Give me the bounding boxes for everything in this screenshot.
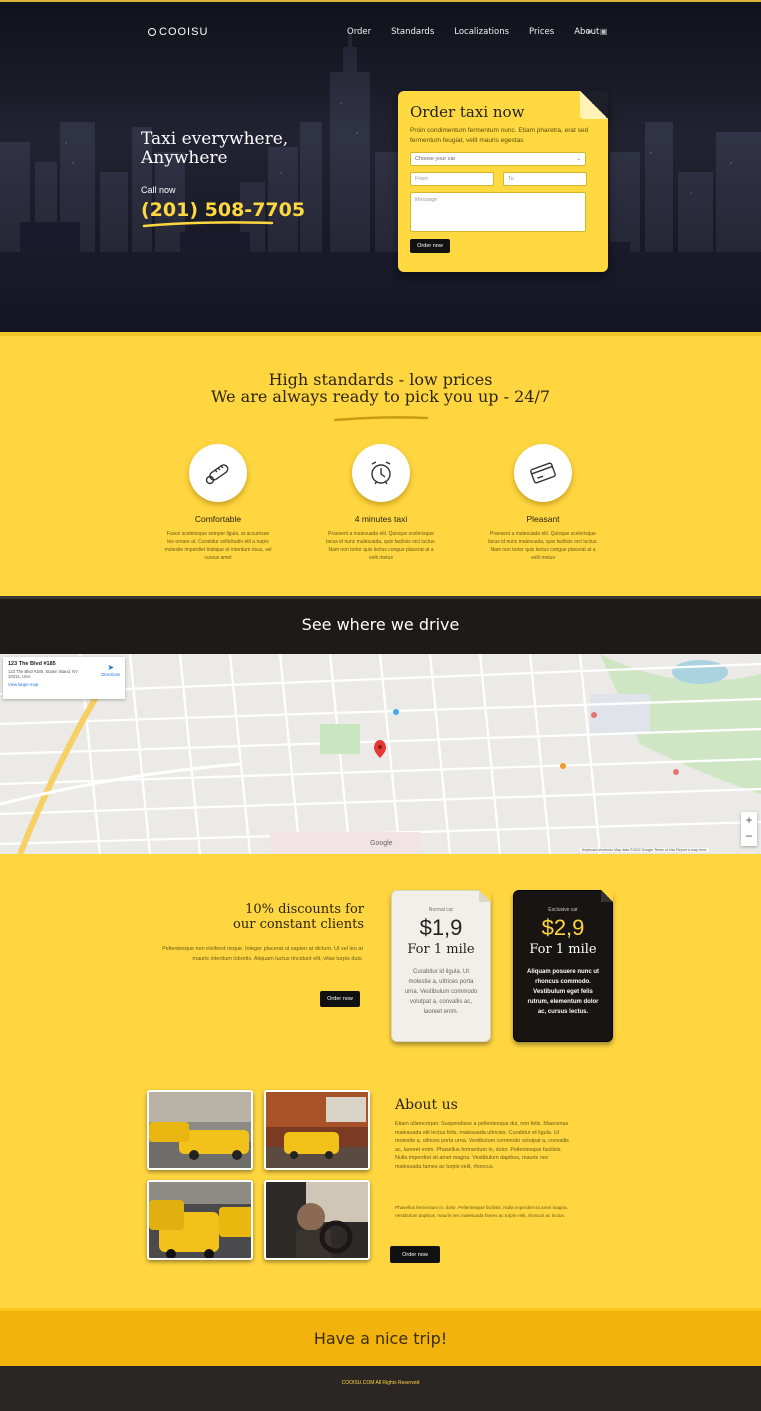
nav-item-localizations[interactable]: Localizations — [454, 27, 509, 37]
map-attribution[interactable]: Keyboard shortcuts Map data ©2022 Google… — [580, 848, 709, 852]
feature-comfortable: Comfortable Fusce scelerisque semper lig… — [163, 444, 273, 562]
thermometer-icon — [189, 444, 247, 502]
feature-4-minutes: 4 minutes taxi Praesent a malesuada elit… — [326, 444, 436, 562]
order-now-button[interactable]: Order now — [410, 239, 450, 253]
feature-text: Praesent a malesuada elit. Quisque scele… — [488, 531, 598, 561]
footer: COOISU.COM All Rights Reserved — [0, 1366, 761, 1411]
zoom-out-button[interactable]: − — [741, 828, 757, 844]
closing-title: Have a nice trip! — [313, 1329, 448, 1348]
price-value: $1,9 — [419, 915, 463, 940]
about-title: About us — [395, 1097, 458, 1113]
to-input[interactable]: To — [503, 172, 587, 186]
price-value: $2,9 — [541, 915, 585, 940]
phone-underline-decoration — [142, 221, 274, 228]
order-form-title: Order taxi now — [410, 103, 525, 121]
price-text: Curabitur id ligula. Ut molestie a, ultr… — [404, 969, 478, 1015]
chevron-down-icon: ⌄ — [576, 156, 581, 162]
taxi-photo-4 — [264, 1180, 370, 1260]
discounts-title-line1: 10% discounts for — [245, 902, 364, 917]
drive-title: See where we drive — [301, 615, 460, 634]
nav-item-order[interactable]: Order — [347, 27, 371, 37]
feature-pleasant: Pleasant Praesent a malesuada elit. Quis… — [488, 444, 598, 562]
user-icon[interactable]: ● — [587, 27, 592, 36]
nav-item-standards[interactable]: Standards — [391, 27, 434, 37]
discounts-text: Pellentesque non eleifend risque. Intege… — [162, 946, 363, 962]
price-card-normal: Normal car $1,9 For 1 mile Curabitur id … — [391, 890, 491, 1042]
feature-title: Comfortable — [194, 514, 242, 524]
map-card-address: 123 The Blvd #185, Staten Island, NY 103… — [8, 669, 78, 679]
price-label: Exclusive car — [548, 907, 578, 913]
taxi-photo-1 — [147, 1090, 253, 1170]
price-unit: For 1 mile — [529, 942, 597, 957]
discounts-title-line2: our constant clients — [233, 917, 364, 932]
call-label: Call now — [141, 185, 176, 195]
credit-card-icon — [514, 444, 572, 502]
closing-banner: Have a nice trip! — [0, 1308, 761, 1366]
standards-title-line2: We are always ready to pick you up - 24/… — [210, 387, 551, 406]
car-select-value: Choose your car — [415, 156, 456, 162]
message-textarea[interactable]: Message — [410, 192, 586, 232]
map-location-card: 123 The Blvd #185 123 The Blvd #185, Sta… — [3, 657, 125, 699]
drive-section: See where we drive — [0, 596, 761, 654]
price-card-exclusive: Exclusive car $2,9 For 1 mile Aliquam po… — [513, 890, 613, 1042]
hero-title-line1: Taxi everywhere, — [141, 129, 289, 149]
price-text: Aliquam posuere nunc ut rhoncus commodo.… — [526, 969, 599, 1015]
standards-section: High standards - low prices We are alway… — [0, 332, 761, 596]
map-zoom-control: + − — [741, 812, 757, 846]
hero-title: Taxi everywhere, Anywhere — [141, 130, 288, 168]
from-input[interactable]: From — [410, 172, 494, 186]
header-icons: ● ▣ — [587, 27, 607, 36]
phone-number[interactable]: (201) 508-7705 — [141, 199, 305, 221]
feature-title: 4 minutes taxi — [354, 514, 408, 524]
hero-title-line2: Anywhere — [141, 148, 228, 168]
feature-text: Fusce scelerisque semper ligula, at accu… — [164, 531, 272, 561]
logo-text: COOISU — [159, 26, 209, 38]
about-text: Etiam ullamcorper. Suspendisse a pellent… — [395, 1121, 569, 1170]
discounts-title: 10% discounts for our constant clients — [205, 902, 364, 932]
price-unit: For 1 mile — [407, 942, 475, 957]
feature-text: Praesent a malesuada elit. Quisque scele… — [326, 531, 436, 561]
footer-copyright: COOISU.COM All Rights Reserved — [341, 1380, 420, 1386]
hero-section: COOISU Order Standards Localizations Pri… — [0, 0, 761, 332]
directions-icon: ➤ — [107, 663, 115, 672]
corner-fold — [580, 91, 608, 119]
corner-fold — [479, 890, 491, 902]
logo-icon — [148, 28, 156, 36]
order-form-card: Order taxi now Proin condimentum ferment… — [398, 91, 608, 272]
standards-title-line1: High standards - low prices — [268, 370, 493, 389]
discounts-order-button[interactable]: Order now — [320, 991, 360, 1007]
car-select[interactable]: Choose your car ⌄ — [410, 152, 586, 166]
view-larger-map-link[interactable]: View larger map — [8, 682, 120, 687]
price-label: Normal car — [428, 907, 454, 913]
taxi-photo-2 — [264, 1090, 370, 1170]
about-text-secondary: Phasellus fermentum in, dolor. Pellentes… — [395, 1205, 568, 1218]
feature-title: Pleasant — [526, 514, 560, 524]
cart-icon[interactable]: ▣ — [600, 27, 608, 36]
corner-fold — [601, 890, 613, 902]
hero-overlay — [0, 2, 761, 332]
google-logo: Google — [370, 840, 393, 847]
title-underline-decoration — [333, 416, 429, 422]
order-form-text: Proin condimentum fermentum nunc. Etiam … — [410, 127, 589, 144]
map-embed[interactable]: 123 The Blvd #185 123 The Blvd #185, Sta… — [0, 654, 761, 854]
zoom-in-button[interactable]: + — [741, 812, 757, 828]
taxi-photo-3 — [147, 1180, 253, 1260]
about-order-button[interactable]: Order now — [390, 1246, 440, 1263]
site-logo[interactable]: COOISU — [148, 26, 208, 38]
directions-label: Directions — [101, 672, 120, 677]
alarm-clock-icon — [352, 444, 410, 502]
directions-button[interactable]: ➤ Directions — [101, 663, 120, 677]
main-nav: Order Standards Localizations Prices Abo… — [347, 27, 619, 37]
nav-item-prices[interactable]: Prices — [529, 27, 554, 37]
prices-about-section — [0, 854, 761, 1308]
